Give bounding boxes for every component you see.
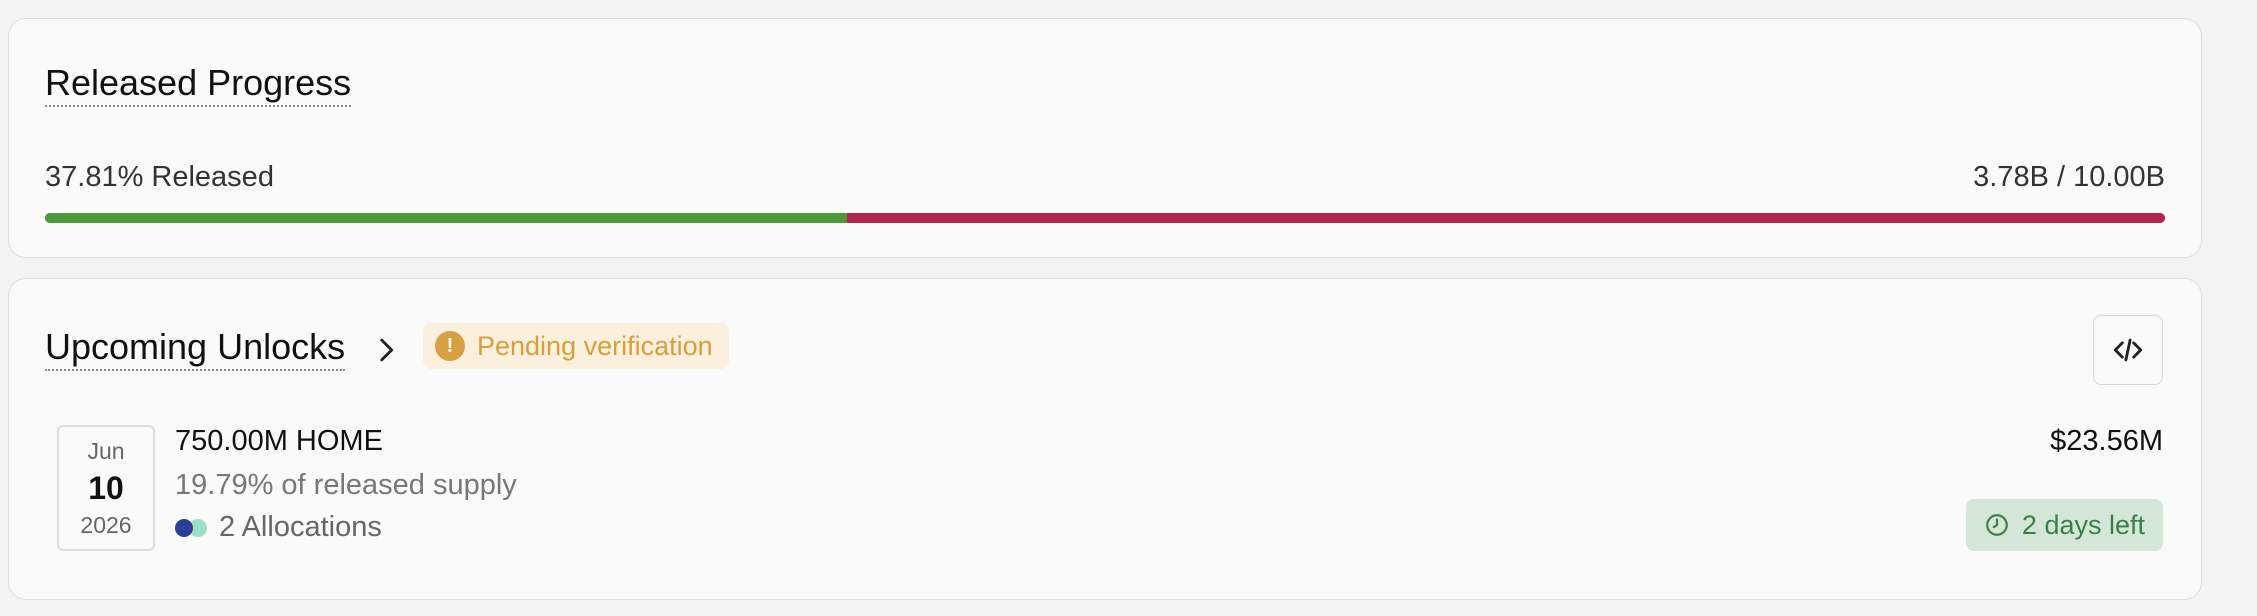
pending-verification-label: Pending verification [477,330,713,361]
exclamation-icon: ! [435,331,465,361]
released-progress-title[interactable]: Released Progress [45,63,352,107]
time-left-label: 2 days left [2021,509,2145,540]
released-progress-card: Released Progress 37.81% Released 3.78B … [8,18,2202,258]
upcoming-unlocks-card: Upcoming Unlocks ! Pending verification … [8,278,2202,600]
release-progress-bar [45,213,2165,223]
allocations-link[interactable]: 2 Allocations [175,511,382,544]
chevron-right-icon[interactable] [369,333,403,367]
unlock-date-day: 10 [88,470,124,506]
unlock-amount: 750.00M HOME [175,425,383,457]
allocation-dots-icon [175,518,213,538]
released-total-label: 3.78B / 10.00B [1973,161,2165,193]
locked-portion [846,213,2165,223]
unlock-supply-note: 19.79% of released supply [175,469,517,501]
allocation-dot [175,518,193,537]
unlock-value: $23.56M [2050,425,2163,457]
unlock-date-month: Jun [87,438,125,464]
clock-icon [1986,514,2008,536]
unlock-date-year: 2026 [80,512,132,538]
upcoming-unlocks-title[interactable]: Upcoming Unlocks [45,327,346,371]
time-left-badge: 2 days left [1965,499,2163,551]
embed-code-button[interactable] [2093,315,2163,385]
pending-verification-badge: ! Pending verification [423,323,729,369]
code-icon [2113,338,2143,362]
released-percent-label: 37.81% Released [45,161,274,193]
allocations-label: 2 Allocations [219,511,382,543]
unlock-date: Jun 10 2026 [57,425,155,551]
released-portion [45,213,847,223]
